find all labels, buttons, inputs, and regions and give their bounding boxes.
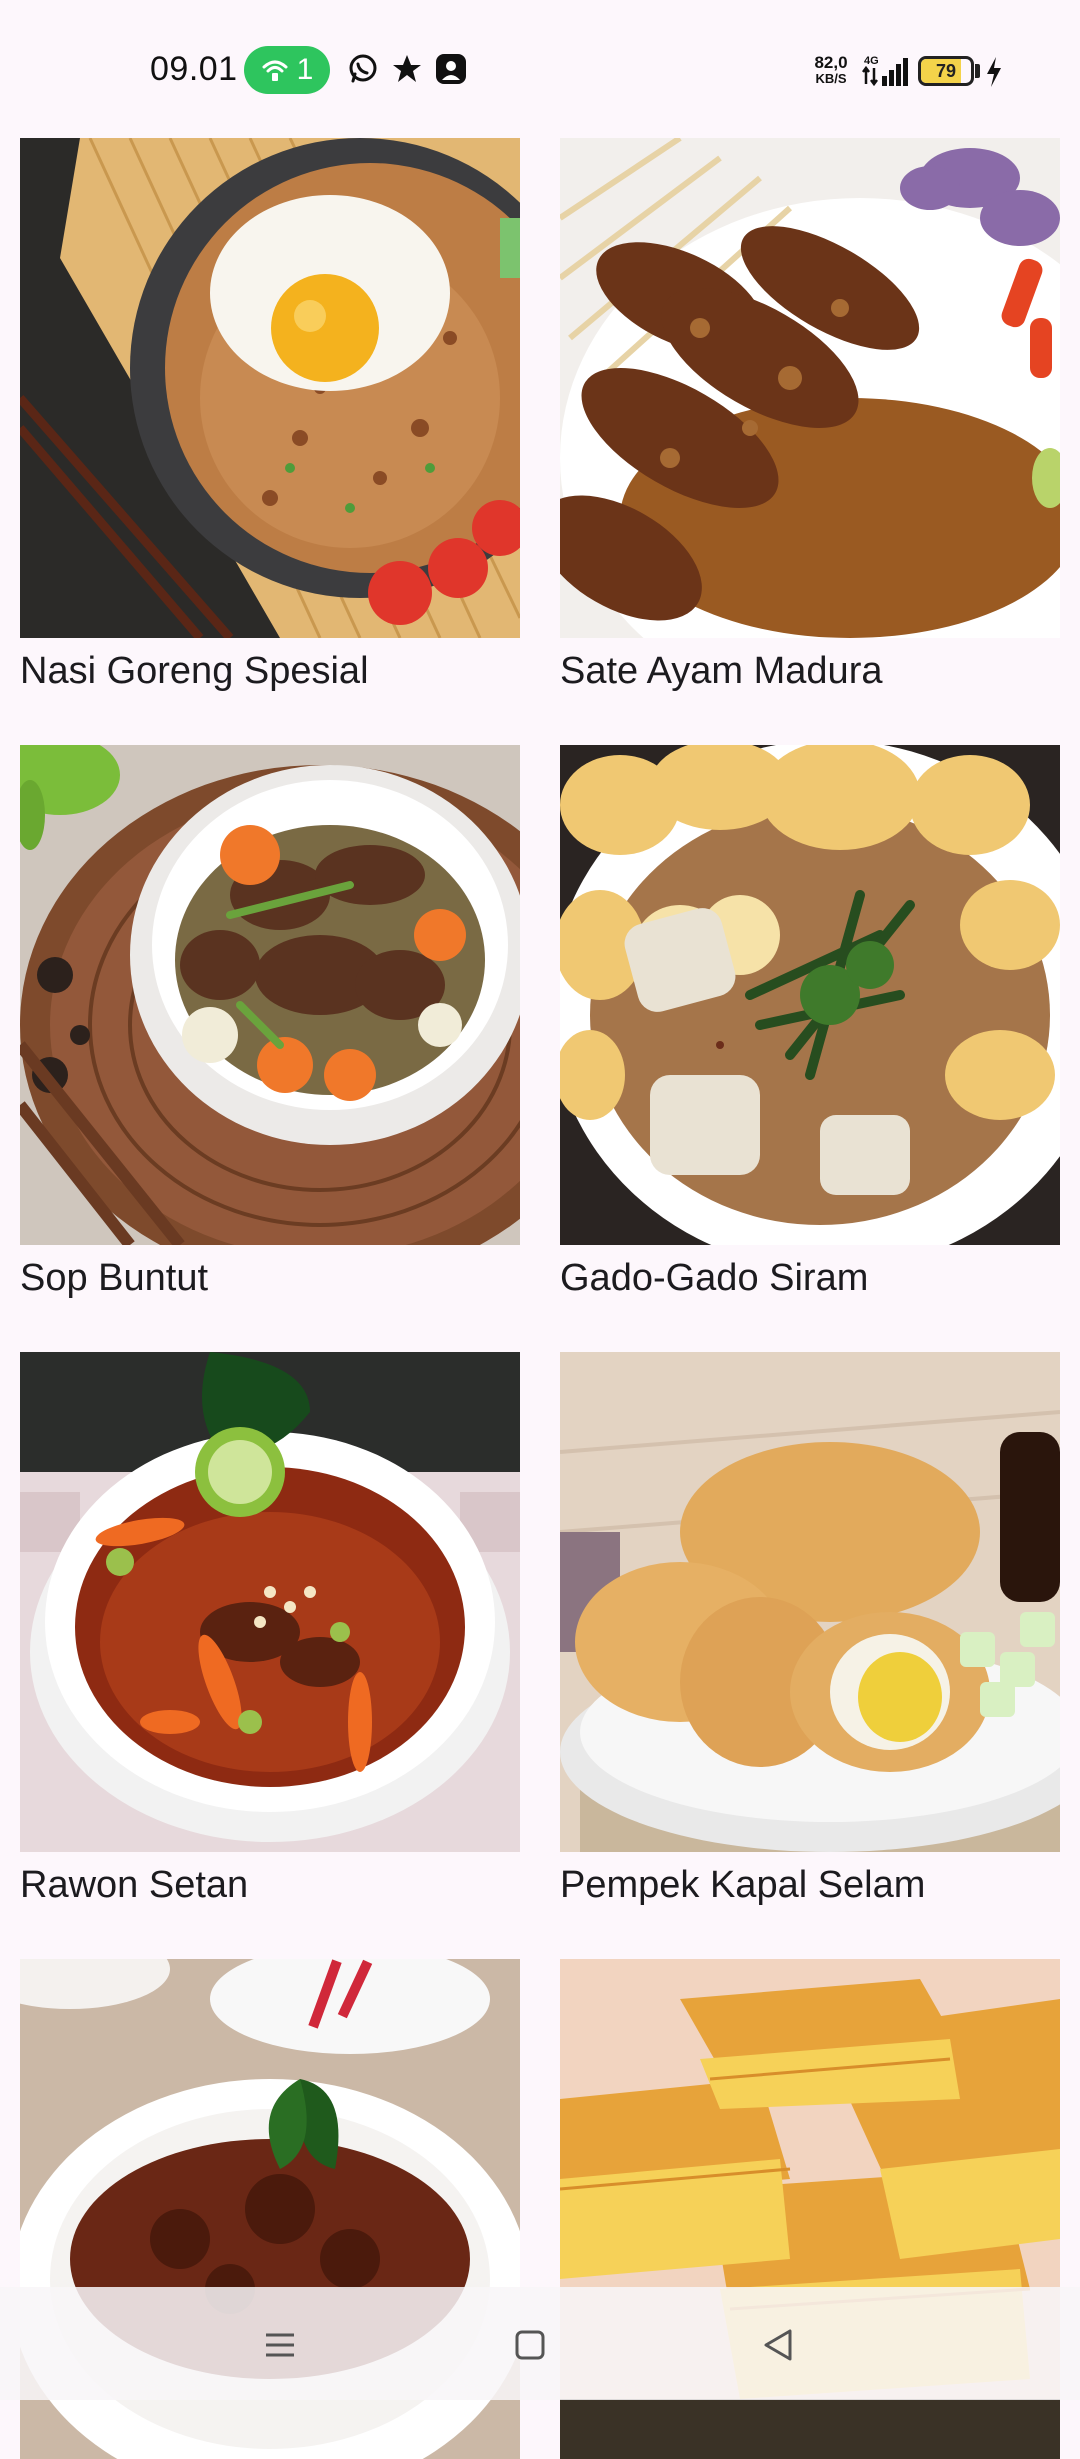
sop-buntut-image[interactable] (20, 745, 520, 1245)
gado-gado-image[interactable] (560, 745, 1060, 1245)
network-type-label: 4G (864, 55, 879, 67)
hotspot-badge[interactable]: 1 (244, 46, 330, 94)
status-bar: 09.01 1 82,0 KB/S 4G 79 (0, 0, 1080, 140)
battery-tip (975, 64, 980, 78)
rawon-image[interactable] (20, 1352, 520, 1852)
network-speed-unit: KB/S (815, 71, 847, 86)
food-title: Sate Ayam Madura (560, 650, 883, 692)
sate-ayam-image[interactable] (560, 138, 1060, 638)
food-title: Nasi Goreng Spesial (20, 650, 369, 692)
menu-icon (266, 2333, 294, 2357)
pempek-image[interactable] (560, 1352, 1060, 1852)
star-icon (393, 55, 421, 82)
app-notification-icon (436, 54, 466, 84)
battery-icon: 79 (918, 56, 974, 86)
network-speed-value: 82,0 (814, 53, 848, 72)
hotspot-count: 1 (296, 53, 314, 86)
signal-icon: 4G (862, 55, 908, 87)
food-title: Pempek Kapal Selam (560, 1864, 926, 1906)
navigation-bar (0, 2287, 1080, 2400)
food-title: Sop Buntut (20, 1257, 209, 1299)
whatsapp-icon (349, 54, 377, 83)
battery-level: 79 (935, 61, 957, 81)
home-button[interactable] (500, 2315, 560, 2375)
network-speed: 82,0 KB/S (806, 53, 856, 87)
back-button[interactable] (748, 2315, 808, 2375)
nasi-goreng-image[interactable] (20, 138, 520, 638)
home-icon (515, 2330, 545, 2360)
recent-apps-button[interactable] (250, 2315, 310, 2375)
food-title: Gado-Gado Siram (560, 1257, 869, 1299)
charging-bolt-icon (987, 57, 1001, 87)
wifi-hotspot-icon (262, 60, 288, 81)
back-icon (764, 2329, 792, 2361)
food-title: Rawon Setan (20, 1864, 249, 1906)
status-time: 09.01 (150, 50, 238, 88)
